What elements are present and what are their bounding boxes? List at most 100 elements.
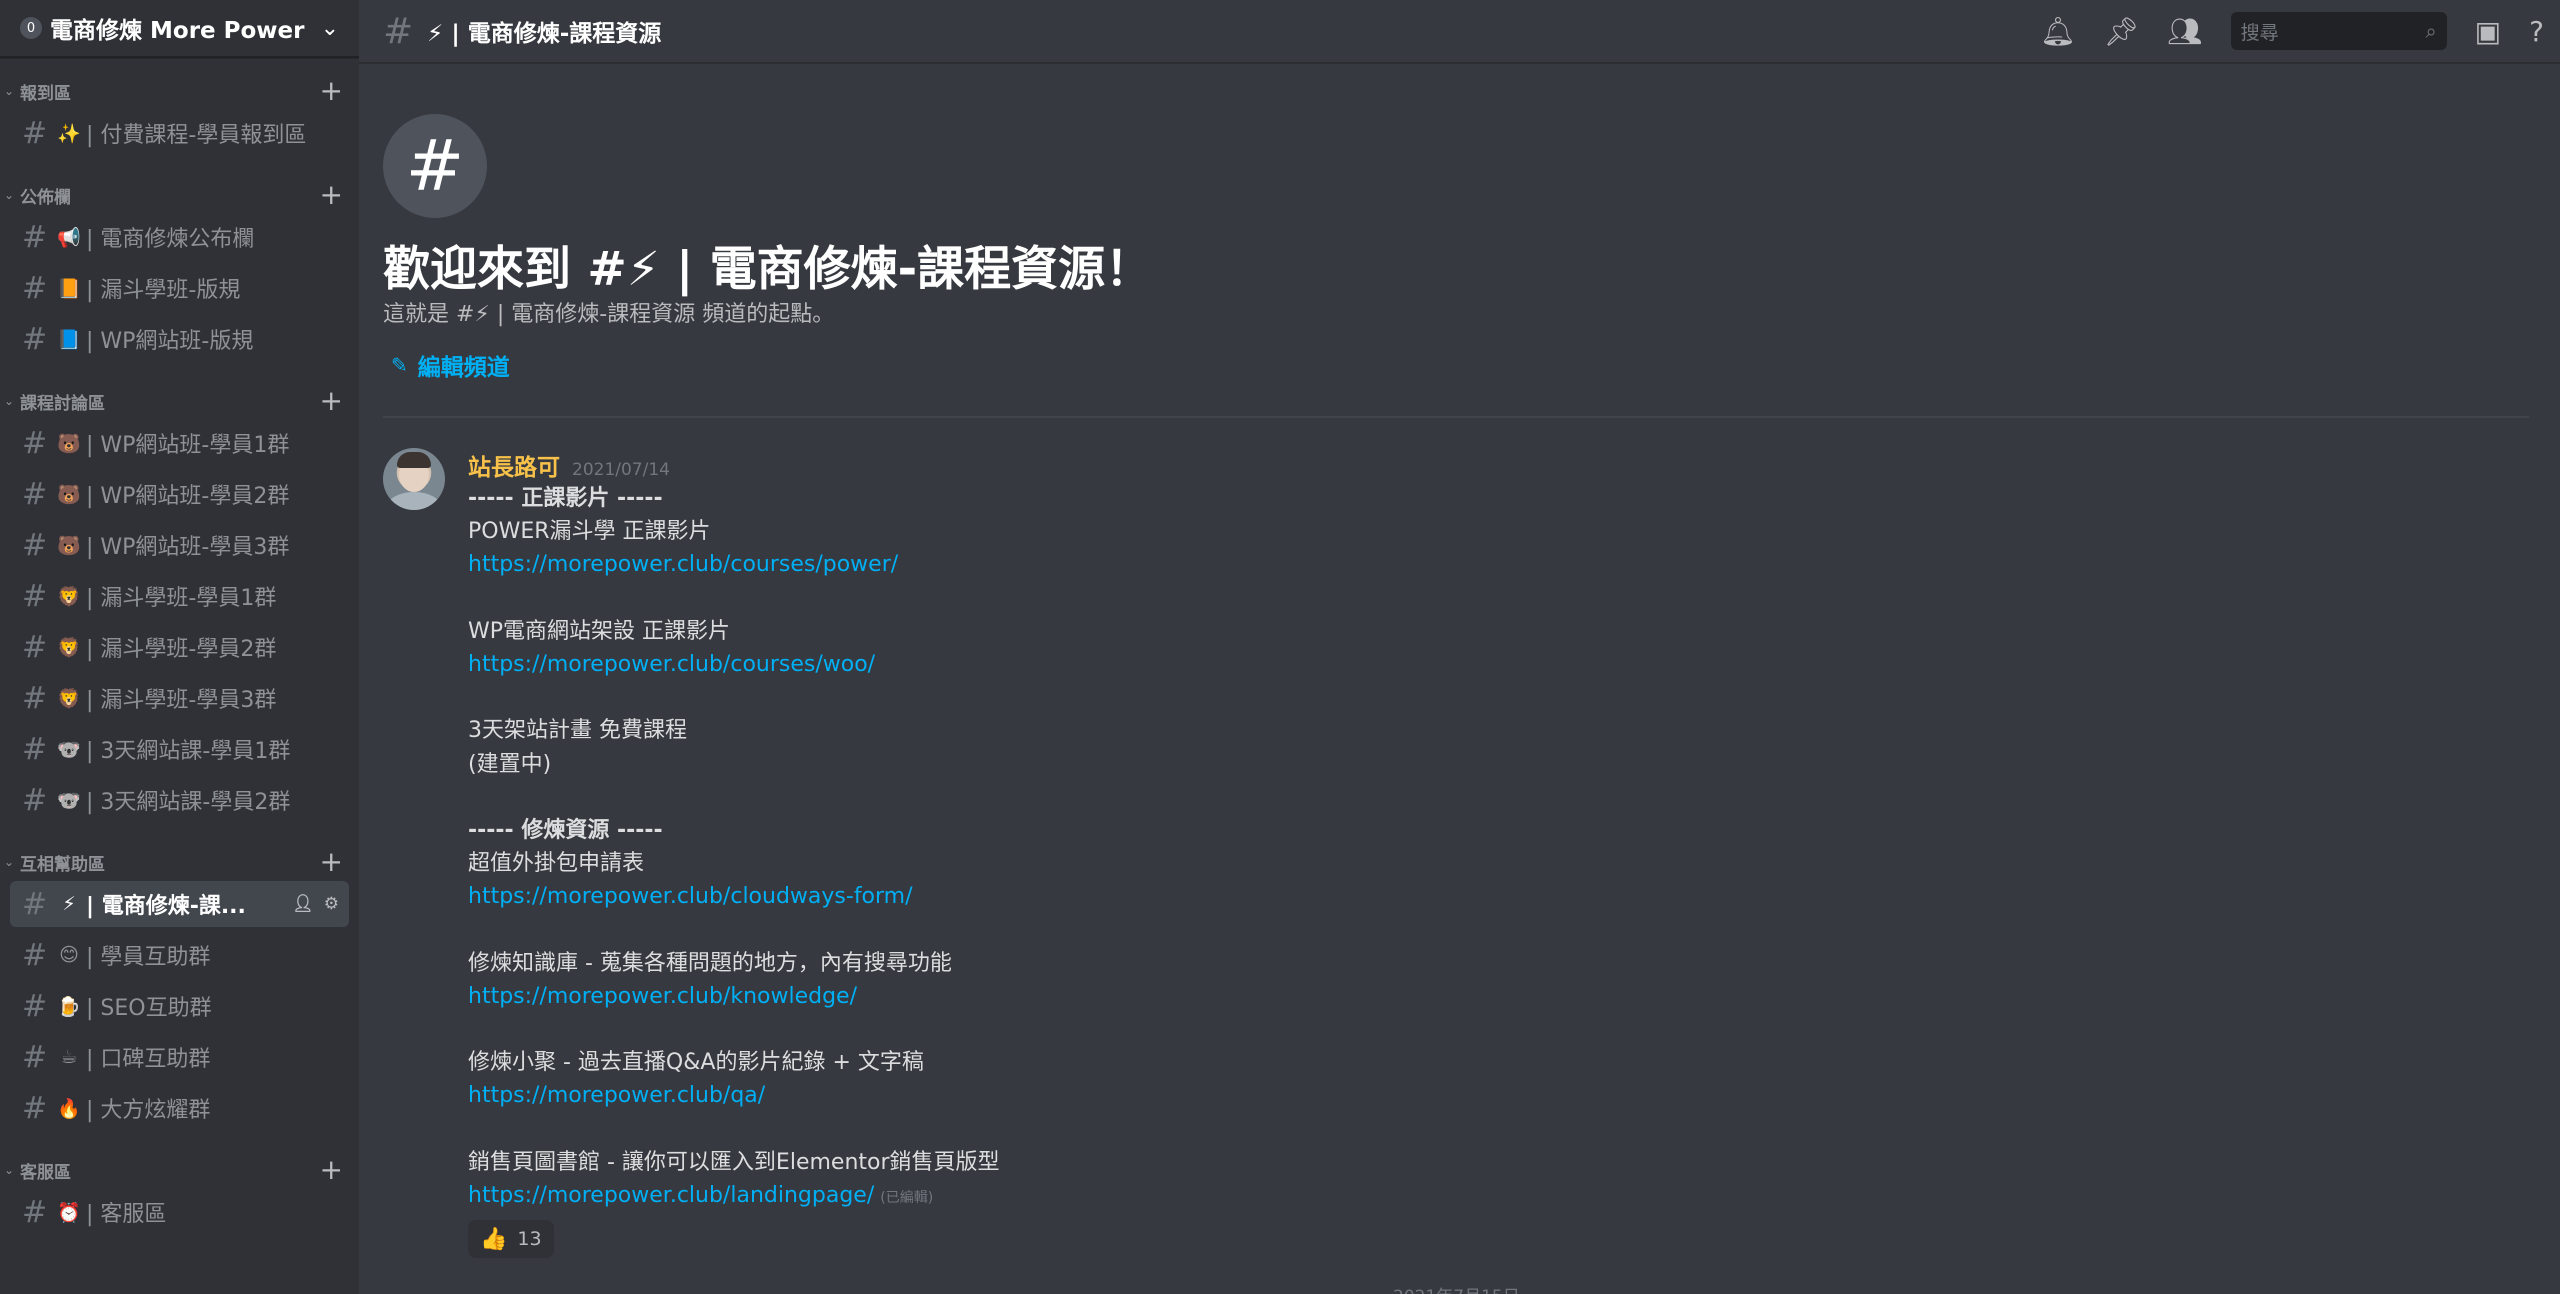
add-channel-icon[interactable]: + — [320, 181, 343, 209]
hash-icon: # — [22, 731, 48, 767]
channel-emoji: 😊 — [59, 944, 79, 966]
message-link[interactable]: https://morepower.club/cloudways-form/ — [468, 884, 913, 909]
hash-icon: # — [22, 1194, 48, 1230]
category-label: 客服區 — [20, 1162, 71, 1183]
hash-icon: # — [22, 782, 48, 818]
divider — [383, 416, 2529, 418]
members-icon[interactable]: 👥︎ — [2167, 15, 2203, 48]
channel-name: | 大方炫耀群 — [86, 1098, 211, 1123]
channel-sidebar: 0 電商修煉 More Power ⌄ ⌄ 報到區 + # ✨ | 付費課程-學員報到區 ⌄… — [0, 0, 359, 1294]
channel-emoji: 🐨 — [57, 738, 81, 761]
message-line: https://morepower.club/knowledge/ — [468, 980, 2468, 1013]
sidebar-channel[interactable]: # 🐻 | WP網站班-學員3群 — [10, 522, 349, 568]
category-header[interactable]: ⌄ 公佈欄 + — [0, 178, 359, 212]
message-author[interactable]: 站長路可 — [468, 448, 560, 482]
sidebar-channel[interactable]: # ✨ | 付費課程-學員報到區 — [10, 110, 349, 156]
sidebar-channel[interactable]: # 📙 | 漏斗學班-版規 — [10, 265, 349, 311]
hash-icon: # — [22, 937, 48, 973]
channel-name: | WP網站班-版規 — [86, 329, 254, 354]
message-line: 修煉知識庫 - 蒐集各種問題的地方，內有搜尋功能 — [468, 950, 952, 976]
sidebar-channel[interactable]: # 🐨 | 3天網站課-學員2群 — [10, 777, 349, 823]
sidebar-channel[interactable]: # 📘 | WP網站班-版規 — [10, 316, 349, 362]
message-link[interactable]: https://morepower.club/courses/woo/ — [468, 652, 875, 677]
message-link[interactable]: https://morepower.club/qa/ — [468, 1083, 765, 1108]
channel-name: | WP網站班-學員1群 — [86, 433, 290, 458]
pencil-icon: ✎ — [391, 353, 408, 377]
channel-list: ⌄ 報到區 + # ✨ | 付費課程-學員報到區 ⌄ 公佈欄 + # 📢 | 電商修煉公布欄 # 📙 | 漏… — [0, 74, 359, 1235]
sidebar-channel[interactable]: # 🐨 | 3天網站課-學員1群 — [10, 726, 349, 772]
inbox-icon[interactable]: ▣ — [2475, 15, 2501, 48]
channel-title: ⚡ | 電商修煉-課程資源 — [427, 21, 662, 47]
message-line — [468, 681, 2468, 714]
channel-emoji: ☕ — [60, 1046, 78, 1068]
chevron-down-icon: ⌄ — [4, 855, 15, 869]
channel-emoji: 🐻 — [57, 432, 81, 455]
hash-icon: # — [22, 219, 48, 255]
hash-icon: # — [22, 1039, 48, 1075]
edit-channel-button[interactable]: ✎ 編輯頻道 — [391, 348, 510, 382]
message-line: https://morepower.club/courses/woo/ — [468, 648, 2468, 681]
message-link[interactable]: https://morepower.club/courses/power/ — [468, 552, 898, 577]
category-label: 報到區 — [20, 83, 71, 104]
category-header[interactable]: ⌄ 課程討論區 + — [0, 384, 359, 418]
avatar[interactable] — [383, 448, 445, 510]
add-channel-icon[interactable]: + — [320, 1156, 343, 1184]
sidebar-channel[interactable]: # 🦁 | 漏斗學班-學員2群 — [10, 624, 349, 670]
channel-emoji: 📙 — [57, 277, 81, 300]
sidebar-channel[interactable]: # 🦁 | 漏斗學班-學員1群 — [10, 573, 349, 619]
channel-name: | 電商修煉公布欄 — [86, 227, 255, 252]
sidebar-channel[interactable]: # ⏰ | 客服區 — [10, 1189, 349, 1235]
sidebar-channel[interactable]: # 🦁 | 漏斗學班-學員3群 — [10, 675, 349, 721]
message-line — [468, 781, 2468, 814]
reaction-button[interactable]: 👍 13 — [468, 1220, 554, 1259]
sidebar-channel[interactable]: # ⚡ | 電商修煉-課... 👤︎ ⚙ — [10, 881, 349, 927]
search-input[interactable]: 搜尋 ⌕ — [2230, 12, 2447, 50]
sidebar-channel[interactable]: # 🍺 | SEO互助群 — [10, 983, 349, 1029]
thumbs-up-icon: 👍 — [480, 1226, 508, 1252]
sidebar-channel[interactable]: # 🐻 | WP網站班-學員2群 — [10, 471, 349, 517]
sidebar-channel[interactable]: # 📢 | 電商修煉公布欄 — [10, 214, 349, 260]
help-icon[interactable]: ? — [2529, 15, 2544, 48]
channel-name: | SEO互助群 — [86, 996, 212, 1021]
category-header[interactable]: ⌄ 客服區 + — [0, 1153, 359, 1187]
message-link[interactable]: https://morepower.club/knowledge/ — [468, 984, 857, 1009]
server-header[interactable]: 0 電商修煉 More Power ⌄ — [0, 0, 359, 58]
sidebar-channel[interactable]: # 🔥 | 大方炫耀群 — [10, 1085, 349, 1131]
invite-icon[interactable]: 👤︎ — [292, 894, 314, 914]
message-area: # 歡迎來到 #⚡ | 電商修煉-課程資源！ 這就是 #⚡ | 電商修煉-課程資… — [359, 64, 2560, 1294]
add-channel-icon[interactable]: + — [320, 77, 343, 105]
date-separator: 2021年7月15日 — [1393, 1282, 1520, 1294]
message-body: ----- 正課影片 ----- POWER漏斗學 正課影片 https://mor… — [468, 482, 2468, 1179]
gear-icon[interactable]: ⚙ — [324, 894, 339, 914]
channel-name: | 漏斗學班-學員3群 — [86, 688, 277, 713]
message-line: ----- 正課影片 ----- — [468, 486, 663, 511]
message-link[interactable]: https://morepower.club/landingpage/ — [468, 1183, 874, 1208]
category-header[interactable]: ⌄ 互相幫助區 + — [0, 845, 359, 879]
chevron-down-icon: ⌄ — [4, 394, 15, 408]
channel-emoji: 🐨 — [57, 789, 81, 812]
category-label: 公佈欄 — [20, 187, 71, 208]
channel-name: | 付費課程-學員報到區 — [86, 123, 307, 148]
chevron-down-icon[interactable]: ⌄ — [321, 16, 339, 41]
hash-icon: # — [22, 270, 48, 306]
channel-emoji: 🔥 — [57, 1097, 81, 1120]
message-line: 銷售頁圖書館 - 讓你可以匯入到Elementor銷售頁版型 — [468, 1149, 1000, 1175]
message-line — [468, 913, 2468, 946]
pin-icon[interactable]: 📌︎ — [2104, 15, 2140, 48]
chevron-down-icon: ⌄ — [4, 84, 15, 98]
channel-emoji: ✨ — [57, 122, 81, 145]
channel-emoji: 🦁 — [57, 636, 81, 659]
add-channel-icon[interactable]: + — [320, 387, 343, 415]
sidebar-channel[interactable]: # 🐻 | WP網站班-學員1群 — [10, 420, 349, 466]
bell-icon[interactable]: 🔔︎ — [2040, 15, 2076, 48]
message-line — [468, 582, 2468, 615]
hash-icon: # — [22, 988, 48, 1024]
category-header[interactable]: ⌄ 報到區 + — [0, 74, 359, 108]
server-name: 電商修煉 More Power — [50, 18, 305, 44]
sidebar-channel[interactable]: # 😊 | 學員互助群 — [10, 932, 349, 978]
add-channel-icon[interactable]: + — [320, 848, 343, 876]
hash-icon: # — [22, 527, 48, 563]
edited-tag: (已編輯) — [880, 1189, 934, 1206]
sidebar-channel[interactable]: # ☕ | 口碑互助群 — [10, 1034, 349, 1080]
hash-icon: # — [22, 886, 48, 922]
